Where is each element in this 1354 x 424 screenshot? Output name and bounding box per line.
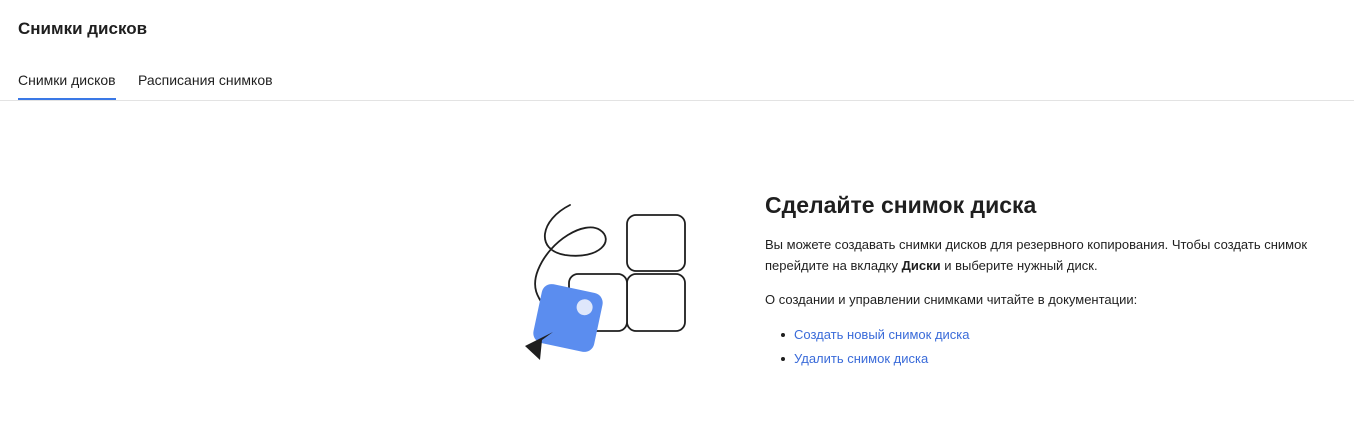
empty-state-content: Сделайте снимок диска Вы можете создават… xyxy=(765,190,1335,371)
create-snapshot-link[interactable]: Создать новый снимок диска xyxy=(794,327,970,342)
empty-state-heading: Сделайте снимок диска xyxy=(765,192,1037,218)
tab-disk-snapshots[interactable]: Снимки дисков xyxy=(18,62,116,100)
empty-state-description: Вы можете создавать снимки дисков для ре… xyxy=(765,237,1308,273)
list-item: Создать новый снимок диска xyxy=(781,323,1335,347)
bullet-icon xyxy=(781,357,785,361)
documentation-links: Создать новый снимок диска Удалить снимо… xyxy=(765,323,1335,371)
tabs-bar: Снимки дисков Расписания снимков xyxy=(0,62,1354,101)
documentation-text: О создании и управлении снимками читайте… xyxy=(765,292,1138,307)
snapshots-page: Снимки дисков Снимки дисков Расписания с… xyxy=(0,0,1354,424)
page-title: Снимки дисков xyxy=(18,19,148,38)
disks-tab-reference: Диски xyxy=(901,258,941,273)
bullet-icon xyxy=(781,333,785,337)
delete-snapshot-link[interactable]: Удалить снимок диска xyxy=(794,351,928,366)
snapshot-grid-illustration xyxy=(525,204,686,360)
list-item: Удалить снимок диска xyxy=(781,347,1335,371)
tab-snapshot-schedules[interactable]: Расписания снимков xyxy=(138,62,273,99)
